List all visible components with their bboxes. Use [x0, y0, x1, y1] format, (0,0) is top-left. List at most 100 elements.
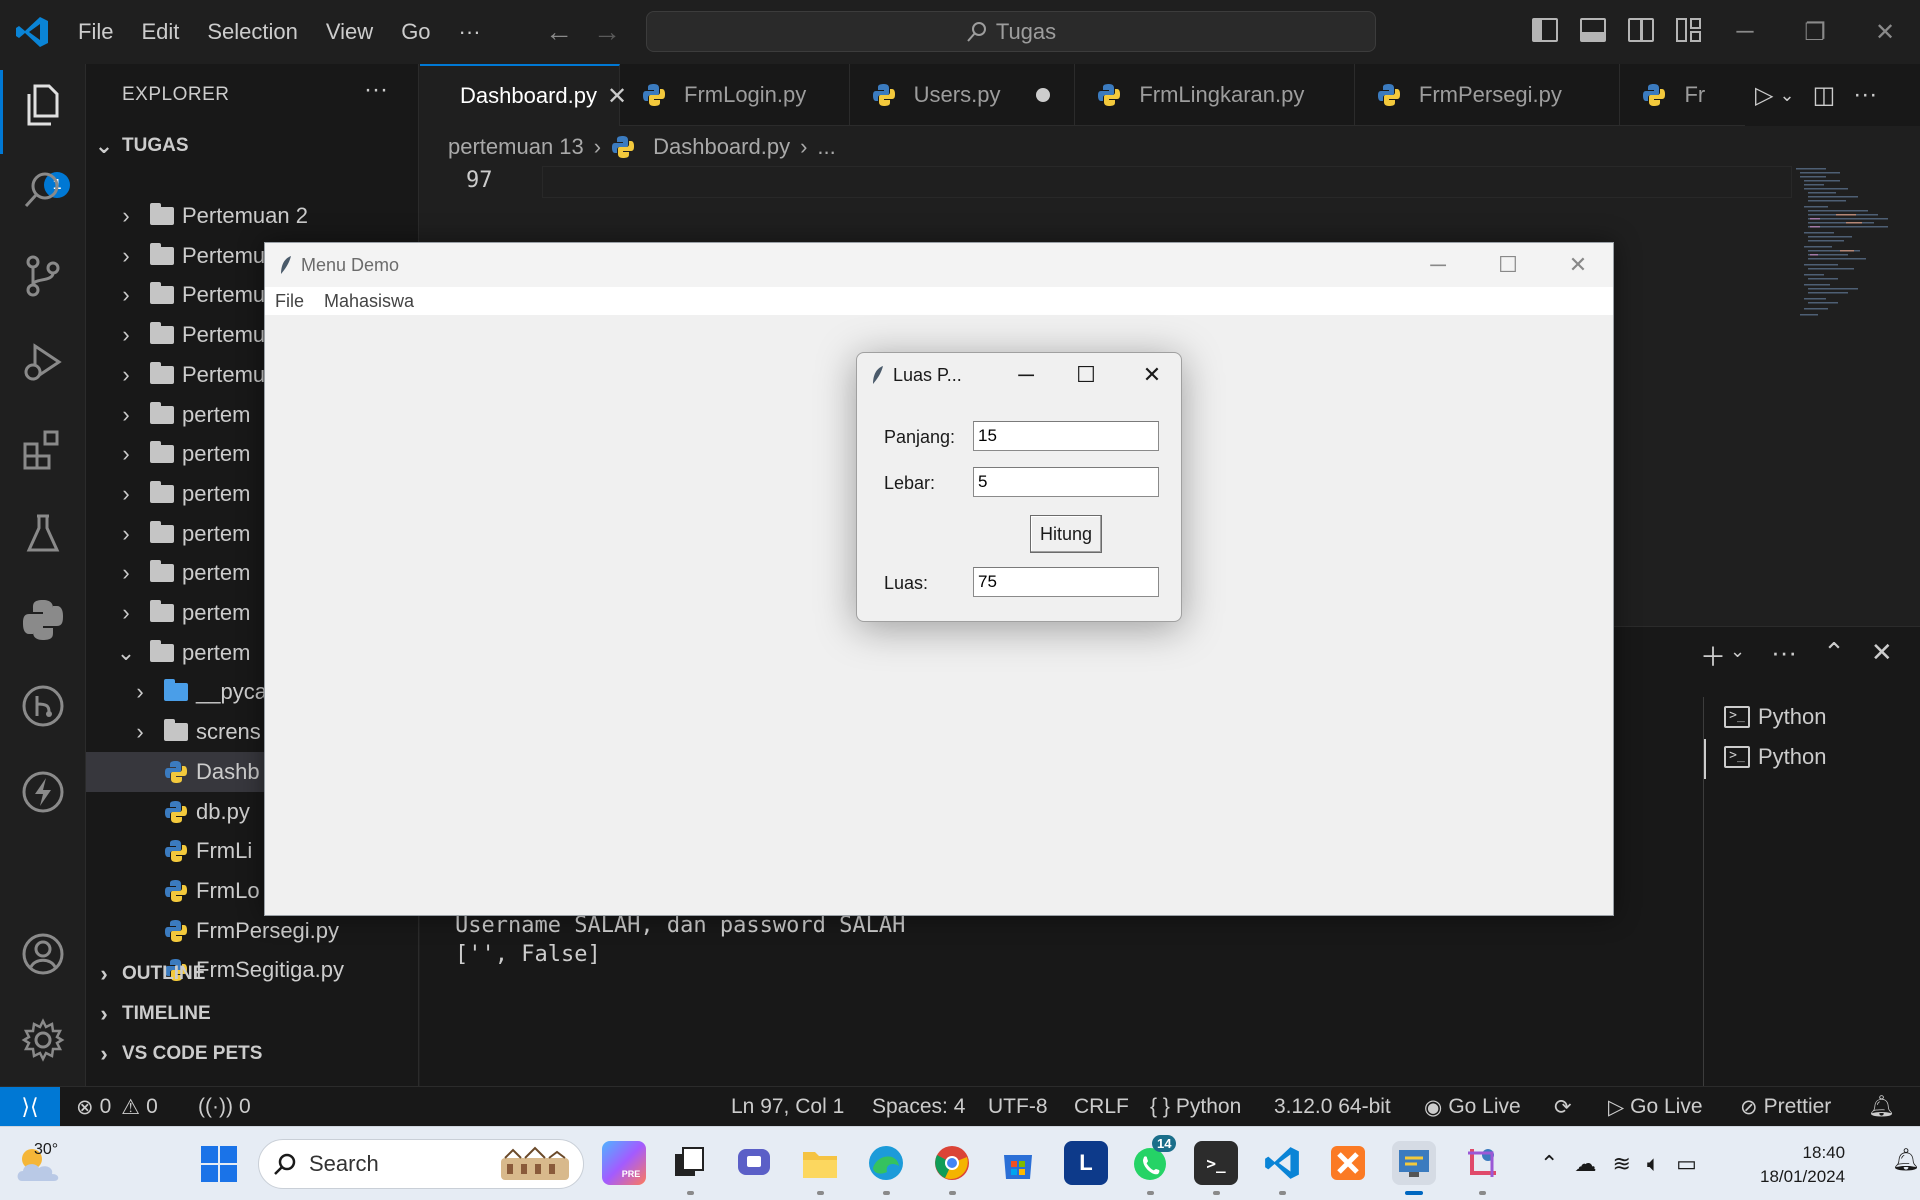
- hitung-button[interactable]: Hitung: [1030, 515, 1102, 553]
- vscode-taskbar-icon[interactable]: [1260, 1141, 1304, 1195]
- workspace-header[interactable]: ⌄ TUGAS: [86, 126, 419, 166]
- microsoft-store-icon[interactable]: [996, 1141, 1040, 1185]
- volume-icon[interactable]: 🔈︎: [1647, 1151, 1660, 1177]
- language-mode[interactable]: { } Python: [1150, 1087, 1241, 1127]
- system-clock[interactable]: 18:40 18/01/2024: [1760, 1141, 1845, 1189]
- menu-file[interactable]: File: [64, 0, 127, 64]
- python-interpreter[interactable]: 3.12.0 64-bit: [1274, 1087, 1391, 1127]
- menu-file[interactable]: File: [265, 291, 314, 312]
- menu-view[interactable]: View: [312, 0, 387, 64]
- windows-start-icon[interactable]: [200, 1145, 238, 1183]
- encoding[interactable]: UTF-8: [988, 1087, 1048, 1127]
- teams-chat-icon[interactable]: [732, 1141, 776, 1185]
- close-dialog-button[interactable]: ✕: [1123, 353, 1181, 397]
- maximize-button[interactable]: ☐: [1057, 353, 1115, 397]
- dialog-titlebar[interactable]: Luas P... ─ ☐ ✕: [857, 353, 1181, 397]
- ports-indicator[interactable]: ((·)) 0: [198, 1087, 251, 1127]
- split-editor-icon[interactable]: ◫: [1813, 81, 1836, 110]
- terminal-item[interactable]: >_ Python: [1704, 737, 1920, 777]
- terminal-output[interactable]: Username SALAH, dan password SALAH ['', F…: [455, 911, 905, 969]
- more-actions-icon[interactable]: ···: [1771, 637, 1797, 674]
- menu-edit[interactable]: Edit: [127, 0, 193, 64]
- taskbar-search[interactable]: Search: [258, 1139, 584, 1189]
- xampp-icon[interactable]: [1326, 1141, 1370, 1185]
- close-window-button[interactable]: ✕: [1850, 0, 1920, 64]
- l-app-icon[interactable]: L: [1064, 1141, 1108, 1185]
- copilot-app-icon[interactable]: PRE: [602, 1141, 646, 1185]
- tree-item[interactable]: › Pertemuan 2: [86, 196, 419, 236]
- toggle-panel-icon[interactable]: [1580, 18, 1606, 42]
- settings-gear-icon[interactable]: [21, 1018, 65, 1062]
- edge-browser-icon[interactable]: [864, 1141, 908, 1195]
- sync-icon[interactable]: ⟳: [1554, 1087, 1572, 1127]
- accounts-icon[interactable]: [21, 932, 65, 976]
- menu-mahasiswa[interactable]: Mahasiswa: [314, 291, 424, 312]
- customize-layout-icon[interactable]: [1676, 18, 1702, 42]
- minimize-button[interactable]: ─: [1710, 0, 1780, 64]
- outline-section[interactable]: › OUTLINE: [86, 954, 419, 994]
- editor-tab[interactable]: Dashboard.py ✕: [420, 64, 627, 126]
- notifications-bell-icon[interactable]: 🔔︎: [1868, 1087, 1895, 1127]
- minimap[interactable]: [1796, 166, 1896, 366]
- battery-icon[interactable]: ▭: [1676, 1151, 1697, 1177]
- close-window-button[interactable]: ✕: [1543, 243, 1613, 287]
- maximize-panel-icon[interactable]: ⌃: [1823, 637, 1845, 674]
- breadcrumb-file[interactable]: Dashboard.py: [653, 134, 790, 160]
- command-center-search[interactable]: Tugas: [646, 11, 1376, 52]
- unsaved-dot-icon[interactable]: [1036, 88, 1051, 102]
- onedrive-cloud-icon[interactable]: ☁︎: [1574, 1151, 1596, 1177]
- close-panel-icon[interactable]: ✕: [1871, 637, 1893, 674]
- terminal-app-icon[interactable]: >_: [1194, 1141, 1238, 1195]
- go-live-button-2[interactable]: ▷ Go Live: [1608, 1087, 1703, 1127]
- chevron-up-icon[interactable]: ⌃: [1540, 1151, 1558, 1177]
- more-actions-icon[interactable]: ···: [1853, 81, 1877, 109]
- notification-bell-icon[interactable]: 🔔︎: [1892, 1147, 1920, 1173]
- more-actions-icon[interactable]: ···: [364, 76, 388, 104]
- restore-button[interactable]: ❐: [1780, 0, 1850, 64]
- toggle-secondary-sidebar-icon[interactable]: [1628, 18, 1654, 42]
- menu-selection[interactable]: Selection: [193, 0, 312, 64]
- minimize-button[interactable]: ─: [997, 353, 1055, 397]
- search-icon[interactable]: [21, 168, 65, 212]
- tree-item[interactable]: FrmPersegi.py: [86, 911, 419, 951]
- toggle-sidebar-icon[interactable]: [1532, 18, 1558, 42]
- chrome-browser-icon[interactable]: [930, 1141, 974, 1195]
- vscode-logo-icon[interactable]: [14, 14, 50, 50]
- testing-flask-icon[interactable]: [21, 512, 65, 556]
- breadcrumb-folder[interactable]: pertemuan 13: [448, 134, 584, 160]
- forward-arrow-icon[interactable]: →: [593, 16, 621, 48]
- source-control-icon[interactable]: [21, 254, 65, 298]
- menu-more[interactable]: ···: [445, 0, 495, 64]
- git-graph-icon[interactable]: [21, 684, 65, 728]
- extensions-icon[interactable]: [21, 426, 65, 470]
- line-endings[interactable]: CRLF: [1074, 1087, 1129, 1127]
- wifi-icon[interactable]: ≋: [1612, 1151, 1630, 1177]
- lebar-input[interactable]: [973, 467, 1159, 497]
- minimize-button[interactable]: ─: [1403, 243, 1473, 287]
- vscode-pets-section[interactable]: › VS CODE PETS: [86, 1034, 419, 1074]
- back-arrow-icon[interactable]: ←: [545, 16, 573, 48]
- chevron-down-icon[interactable]: ⌄: [1730, 641, 1745, 674]
- cursor-position[interactable]: Ln 97, Col 1: [731, 1087, 844, 1127]
- file-explorer-icon[interactable]: [798, 1141, 842, 1195]
- run-debug-icon[interactable]: [21, 340, 65, 384]
- editor-tab[interactable]: FrmLingkaran.py: [1075, 64, 1355, 126]
- editor-tab[interactable]: Users.py: [850, 64, 1076, 126]
- run-python-icon[interactable]: ▷: [1755, 81, 1773, 110]
- snipping-tool-icon[interactable]: [1460, 1141, 1504, 1195]
- task-view-icon[interactable]: [668, 1141, 712, 1195]
- chevron-down-icon[interactable]: ⌄: [1779, 85, 1794, 106]
- python-icon[interactable]: [21, 598, 65, 642]
- maximize-button[interactable]: ☐: [1473, 243, 1543, 287]
- menu-demo-titlebar[interactable]: Menu Demo ─ ☐ ✕: [265, 243, 1613, 287]
- whatsapp-icon[interactable]: 14: [1128, 1135, 1177, 1195]
- timeline-section[interactable]: › TIMELINE: [86, 994, 419, 1034]
- explorer-icon[interactable]: [21, 84, 65, 128]
- editor-tab[interactable]: FrmPersegi.py: [1355, 64, 1621, 126]
- indentation[interactable]: Spaces: 4: [872, 1087, 965, 1127]
- breadcrumb-more[interactable]: ...: [817, 134, 835, 160]
- panjang-input[interactable]: [973, 421, 1159, 451]
- terminal-item[interactable]: >_ Python: [1704, 697, 1920, 737]
- python-tk-app-icon[interactable]: [1392, 1141, 1436, 1195]
- editor-tab[interactable]: FrmLogin.py: [620, 64, 850, 126]
